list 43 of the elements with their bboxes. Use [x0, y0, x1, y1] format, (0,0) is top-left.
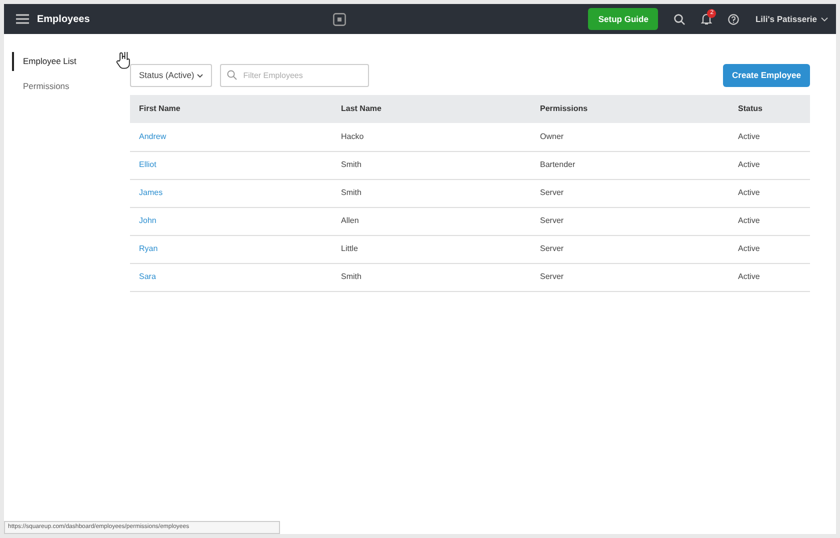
table-cell: Active [729, 207, 810, 235]
page-title: Employees [37, 12, 90, 26]
column-header: Last Name [332, 95, 531, 123]
employee-name-link[interactable]: James [139, 188, 163, 197]
filter-search-field[interactable]: Filter Employees [220, 64, 370, 87]
table-cell: Bartender [531, 151, 729, 179]
table-cell: Smith [332, 179, 531, 207]
help-icon[interactable] [728, 14, 740, 24]
employee-name-link[interactable]: Sara [139, 272, 156, 281]
employee-name-link[interactable]: John [139, 216, 156, 225]
column-header: First Name [130, 95, 332, 123]
caret-icon[interactable] [197, 74, 204, 78]
table-cell: Server [531, 235, 729, 263]
table-cell: Server [531, 263, 729, 291]
table-cell: Little [332, 235, 531, 263]
search-icon[interactable] [674, 14, 686, 24]
table-cell: Active [729, 151, 810, 179]
table-cell: Smith [332, 151, 531, 179]
setup-guide-button[interactable]: Setup Guide [588, 8, 658, 30]
menu-icon[interactable] [16, 14, 29, 24]
chevron-icon[interactable] [821, 16, 828, 22]
account-menu[interactable]: Lili's Patisserie [755, 12, 817, 26]
column-header: Permissions [531, 95, 729, 123]
employee-name-link[interactable]: Andrew [139, 132, 166, 141]
table-cell: Server [531, 179, 729, 207]
hand-cursor-icon [116, 52, 130, 69]
column-header: Status [729, 95, 810, 123]
bell-icon[interactable] [701, 13, 712, 25]
employee-name-link[interactable]: Ryan [139, 244, 158, 253]
table-cell: Allen [332, 207, 531, 235]
table-cell: Active [729, 123, 810, 151]
create-employee-button[interactable]: Create Employee [723, 64, 810, 87]
table-cell: Hacko [332, 123, 531, 151]
table-cell: Smith [332, 263, 531, 291]
status-filter-dropdown[interactable]: Status (Active) [130, 64, 212, 87]
logo-icon[interactable] [332, 12, 346, 26]
table-cell: Owner [531, 123, 729, 151]
sidebar-item[interactable]: Permissions [12, 76, 130, 96]
employee-name-link[interactable]: Elliot [139, 160, 156, 169]
table-cell: Server [531, 207, 729, 235]
table-cell: Active [729, 235, 810, 263]
table-cell: Active [729, 179, 810, 207]
table-cell: Active [729, 263, 810, 291]
